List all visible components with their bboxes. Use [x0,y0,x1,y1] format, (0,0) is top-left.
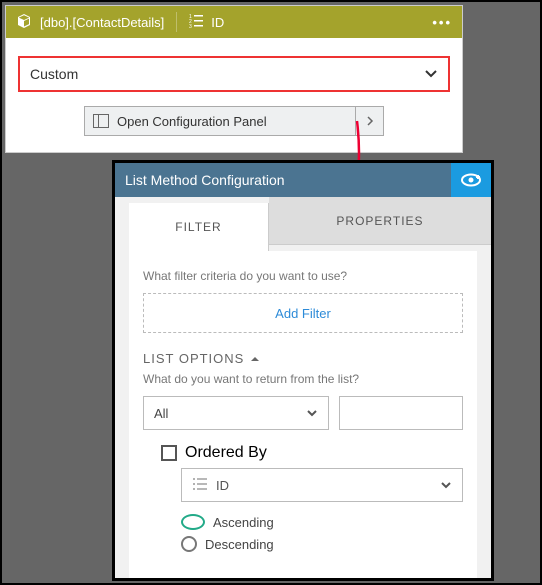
checkbox-icon [161,445,177,461]
collapse-icon [250,355,260,363]
field-label: ID [211,15,224,30]
table-name: [dbo].[ContactDetails] [40,15,164,30]
svg-text:3: 3 [189,24,192,29]
chevron-down-icon [440,479,452,491]
filter-question: What filter criteria do you want to use? [143,269,463,283]
object-header: [dbo].[ContactDetails] 123 ID ••• [6,6,462,38]
modal-title: List Method Configuration [125,172,285,188]
order-list-icon [192,477,208,494]
list-options-header[interactable]: LIST OPTIONS [143,351,463,366]
return-question: What do you want to return from the list… [143,372,463,386]
radio-icon [181,536,197,552]
open-config-label: Open Configuration Panel [117,114,355,129]
tab-filter[interactable]: FILTER [129,203,269,251]
radio-icon [181,514,205,530]
order-field-value: ID [216,478,229,493]
return-count-input[interactable] [339,396,463,430]
mode-select[interactable]: Custom [18,56,450,92]
mode-select-value: Custom [30,66,78,82]
cube-icon [16,13,32,32]
visibility-button[interactable] [451,163,491,197]
tab-properties[interactable]: PROPERTIES [269,197,491,245]
radio-ascending[interactable]: Ascending [181,514,463,530]
modal-header: List Method Configuration [115,163,491,197]
panel-icon [85,114,117,128]
radio-descending[interactable]: Descending [181,536,463,552]
list-icon: 123 [189,13,205,32]
add-filter-button[interactable]: Add Filter [143,293,463,333]
order-field-select[interactable]: ID [181,468,463,502]
more-menu[interactable]: ••• [432,15,452,30]
tabs: FILTER PROPERTIES [115,197,491,251]
chevron-down-icon [424,67,438,81]
return-select[interactable]: All [143,396,329,430]
ordered-by-checkbox[interactable]: Ordered By [143,444,463,462]
ordered-by-label: Ordered By [185,444,267,462]
chevron-right-icon [355,107,383,135]
object-panel: [dbo].[ContactDetails] 123 ID ••• Custom [5,5,463,153]
config-modal: List Method Configuration FILTER PROPERT… [112,160,494,581]
open-config-button[interactable]: Open Configuration Panel [84,106,384,136]
chevron-down-icon [306,407,318,419]
